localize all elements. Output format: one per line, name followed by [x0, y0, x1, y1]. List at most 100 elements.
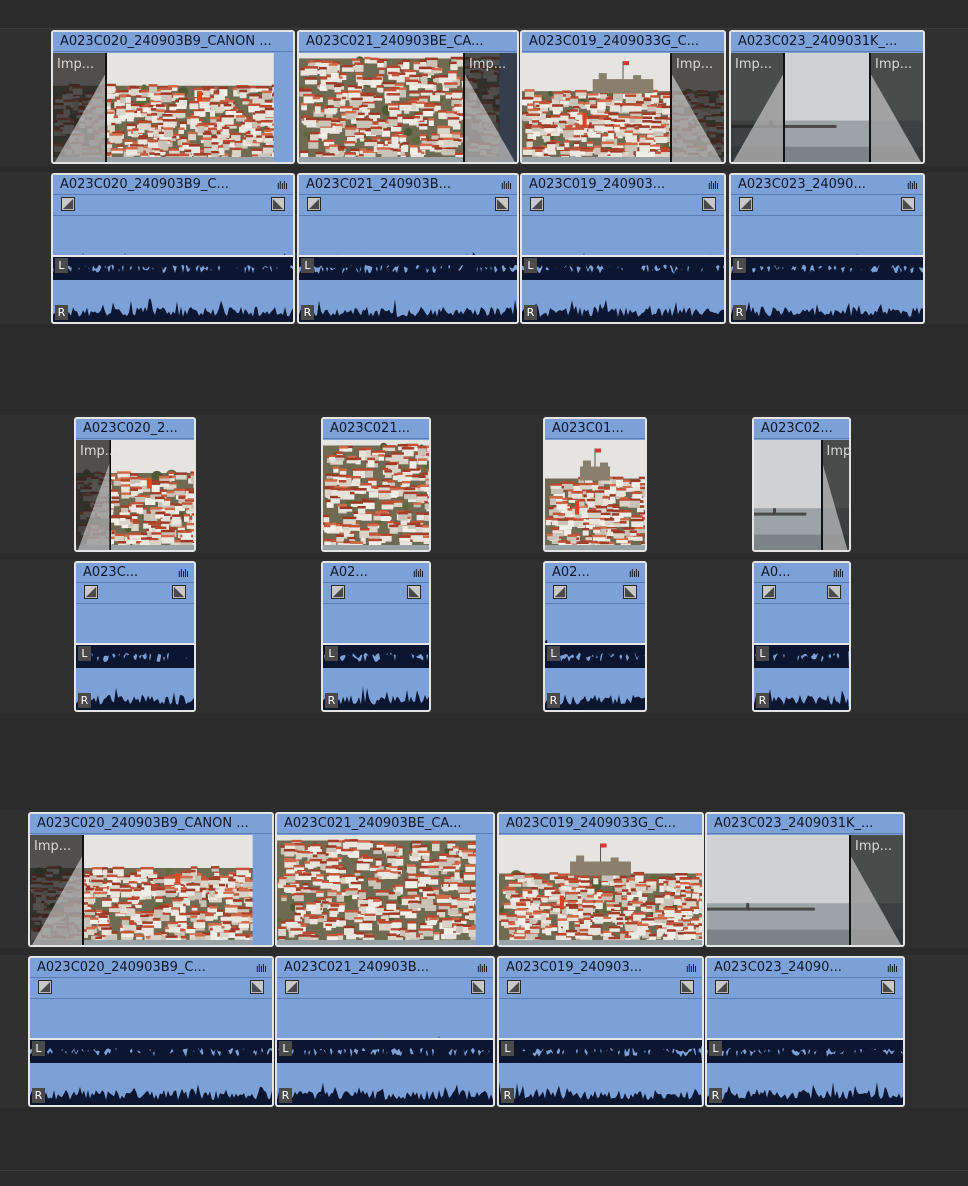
waveform-icon[interactable]: ılılı [277, 179, 288, 192]
left-channel-peaks [545, 645, 645, 667]
fade-in-handle-icon[interactable] [307, 197, 321, 211]
left-channel-label: L [32, 1041, 45, 1057]
clip-title: A023C019_2409033G_C... [522, 32, 724, 52]
clip-title: A023C020_240903B9_CANON ... [53, 32, 293, 52]
fade-out-handle-icon[interactable] [680, 980, 694, 994]
audio-clip[interactable]: A02... ılılı L R [321, 561, 431, 712]
fade-out-handle-icon[interactable] [172, 585, 186, 599]
video-clip[interactable]: A023C021_240903BE_CA... [275, 812, 495, 947]
waveform-icon[interactable]: ılılı [629, 567, 640, 580]
keyframe-divider [522, 215, 724, 216]
waveform-icon[interactable]: ılılı [708, 179, 719, 192]
left-channel-label: L [325, 646, 338, 662]
left-channel-peaks [30, 1040, 272, 1062]
left-channel-peaks [76, 645, 194, 667]
fade-out-handle-icon[interactable] [407, 585, 421, 599]
fade-in-handle-icon[interactable] [61, 197, 75, 211]
waveform-icon[interactable]: ılılı [178, 567, 189, 580]
clip-title: A023C023_2409031K_... [707, 814, 903, 834]
audio-clip[interactable]: A023C... ılılı L R [74, 561, 196, 712]
fade-in-handle-icon[interactable] [553, 585, 567, 599]
fade-in-handle-icon[interactable] [762, 585, 776, 599]
keyframe-divider [499, 998, 702, 999]
right-channel-label: R [78, 693, 91, 708]
fade-out-handle-icon[interactable] [702, 197, 716, 211]
audio-clip[interactable]: A023C020_240903B9_C... ılılı L R [28, 956, 274, 1107]
waveform-icon[interactable]: ılılı [413, 567, 424, 580]
keyframe-divider [707, 998, 903, 999]
fade-out-handle-icon[interactable] [495, 197, 509, 211]
video-clip[interactable]: A023C021_240903BE_CA... Imp... [297, 30, 519, 164]
fade-in-handle-icon[interactable] [38, 980, 52, 994]
video-clip[interactable]: A023C019_2409033G_C... Imp... [520, 30, 726, 164]
right-channel-label: R [756, 693, 769, 708]
fade-in-handle-icon[interactable] [507, 980, 521, 994]
audio-clip[interactable]: A023C021_240903B... ılılı L R [275, 956, 495, 1107]
waveform-icon[interactable]: ılılı [833, 567, 844, 580]
left-channel-label: L [709, 1041, 722, 1057]
left-channel-label: L [524, 258, 537, 274]
audio-clip[interactable]: A02... ılılı L R [543, 561, 647, 712]
waveform-icon[interactable]: ılılı [686, 962, 697, 975]
clip-title: A023C019_2409033G_C... [499, 814, 702, 834]
waveform-icon[interactable]: ılılı [887, 962, 898, 975]
video-clip[interactable]: A023C020_240903B9_CANON ... Imp... [28, 812, 274, 947]
audio-clip[interactable]: A0... ılılı L R [752, 561, 851, 712]
video-thumbnail [707, 835, 903, 945]
right-channel-waveform [545, 676, 645, 710]
fade-out-handle-icon[interactable] [623, 585, 637, 599]
fade-out-handle-icon[interactable] [471, 980, 485, 994]
video-clip[interactable]: A023C019_2409033G_C... [497, 812, 704, 947]
clip-title: A023C019_240903... [499, 958, 702, 978]
video-clip[interactable]: A023C020_240903B9_CANON ... Imp... [51, 30, 295, 164]
waveform-icon[interactable]: ılılı [477, 962, 488, 975]
right-channel-waveform [299, 288, 517, 322]
left-channel-label: L [55, 258, 68, 274]
video-thumbnail [76, 440, 194, 550]
fade-in-handle-icon[interactable] [285, 980, 299, 994]
fade-in-handle-icon[interactable] [739, 197, 753, 211]
waveform-icon[interactable]: ılılı [501, 179, 512, 192]
clip-title: A023C019_240903... [522, 175, 724, 195]
waveform-icon[interactable]: ılılı [907, 179, 918, 192]
left-channel-peaks [731, 257, 923, 279]
clip-title: A023C02... [754, 419, 849, 439]
fade-in-handle-icon[interactable] [715, 980, 729, 994]
fade-out-handle-icon[interactable] [901, 197, 915, 211]
right-channel-label: R [547, 693, 560, 708]
video-clip[interactable]: A023C02... Imp... [752, 417, 851, 552]
right-channel-label: R [501, 1088, 514, 1103]
fade-out-handle-icon[interactable] [881, 980, 895, 994]
video-clip[interactable]: A023C023_2409031K_... Imp... Imp... [729, 30, 925, 164]
fade-in-handle-icon[interactable] [84, 585, 98, 599]
video-clip[interactable]: A023C020_2... Imp... [74, 417, 196, 552]
right-channel-label: R [55, 305, 68, 320]
video-clip[interactable]: A023C01... [543, 417, 647, 552]
video-thumbnail [323, 440, 429, 550]
clip-title: A023C023_2409031K_... [731, 32, 923, 52]
audio-clip[interactable]: A023C019_240903... ılılı L R [497, 956, 704, 1107]
audio-clip[interactable]: A023C023_24090... ılılı L R [729, 173, 925, 324]
video-thumbnail [277, 835, 493, 945]
left-channel-peaks [277, 1040, 493, 1062]
clip-title: A023C023_24090... [731, 175, 923, 195]
fade-in-handle-icon[interactable] [331, 585, 345, 599]
video-thumbnail [754, 440, 849, 550]
fade-out-handle-icon[interactable] [250, 980, 264, 994]
audio-clip[interactable]: A023C019_240903... ılılı L R [520, 173, 726, 324]
keyframe-divider [754, 603, 849, 604]
audio-clip[interactable]: A023C020_240903B9_C... ılılı L R [51, 173, 295, 324]
fade-out-handle-icon[interactable] [271, 197, 285, 211]
fade-in-handle-icon[interactable] [530, 197, 544, 211]
left-channel-peaks [323, 645, 429, 667]
clip-title: A023C021... [323, 419, 429, 439]
waveform-icon[interactable]: ılılı [256, 962, 267, 975]
audio-clip[interactable]: A023C021_240903B... ılılı L R [297, 173, 519, 324]
video-clip[interactable]: A023C021... [321, 417, 431, 552]
video-clip[interactable]: A023C023_2409031K_... Imp... [705, 812, 905, 947]
audio-clip[interactable]: A023C023_24090... ılılı L R [705, 956, 905, 1107]
right-channel-label: R [733, 305, 746, 320]
fade-out-handle-icon[interactable] [827, 585, 841, 599]
left-channel-label: L [756, 646, 769, 662]
clip-title: A023C021_240903B... [277, 958, 493, 978]
